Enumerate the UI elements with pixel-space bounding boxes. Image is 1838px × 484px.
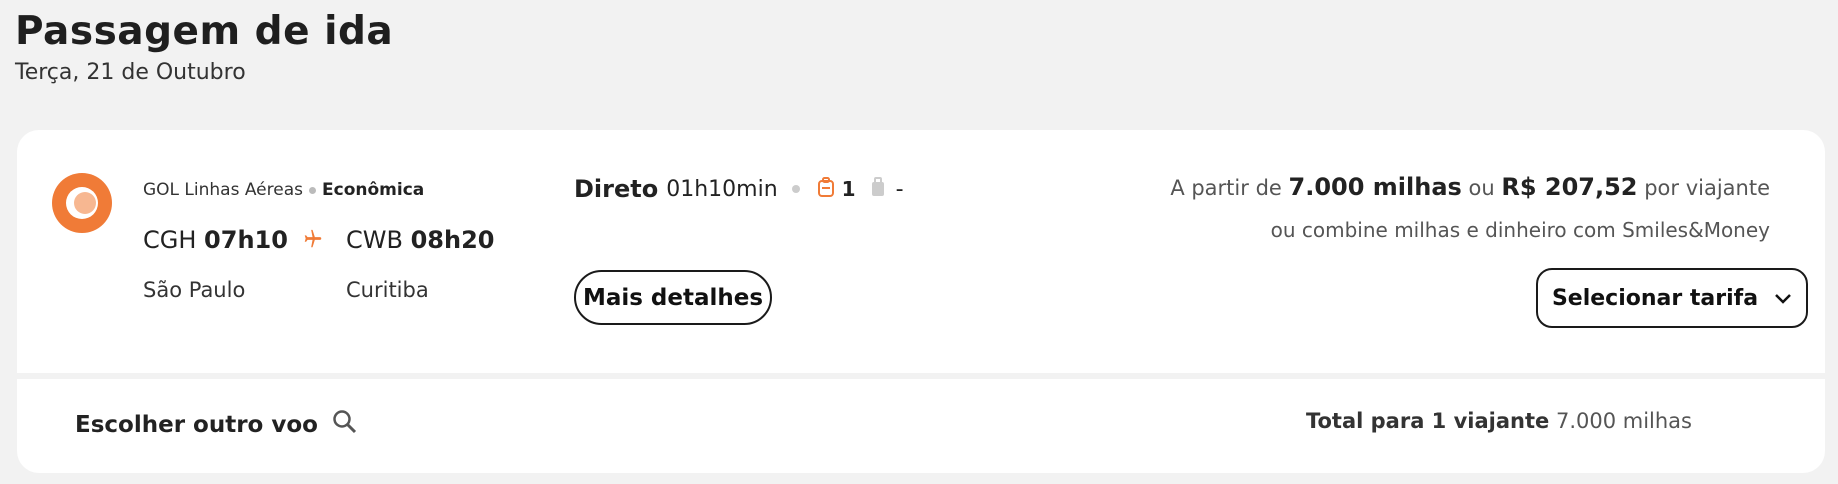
origin: CGH 07h10 [143,226,288,254]
airline-info: GOL Linhas Aéreas Econômica [143,180,424,200]
departure-time: 07h10 [204,226,288,254]
price-summary: A partir de 7.000 milhas ou R$ 207,52 po… [1170,173,1770,201]
flight-footer: Escolher outro voo Total para 1 viajante… [17,379,1825,473]
select-fare-label: Selecionar tarifa [1551,285,1759,311]
plane-icon [302,228,324,256]
dest-city: Curitiba [346,278,429,302]
checked-bag: - [870,175,904,203]
cash-price: R$ 207,52 [1501,173,1638,201]
carry-on-bag: 1 [817,175,856,203]
from-label: A partir de [1170,176,1282,200]
duration: 01h10min [666,176,778,202]
flight-card: GOL Linhas Aéreas Econômica CGH 07h10 CWB… [17,130,1825,373]
destination: CWB 08h20 [346,226,494,254]
total-value: 7.000 milhas [1555,409,1692,433]
page-header: Passagem de ida Terça, 21 de Outubro [15,6,393,85]
arrival-time: 08h20 [410,226,495,254]
chevron-down-icon [1774,286,1792,311]
miles-price: 7.000 milhas [1288,173,1462,201]
total-label: Total para 1 viajante [1305,409,1550,433]
cabin-class: Econômica [322,180,425,200]
checked-bag-value: - [895,176,904,202]
flight-info: Direto 01h10min 1 - [574,175,918,203]
select-fare-button[interactable]: Selecionar tarifa [1536,268,1808,328]
stops-label: Direto [574,175,659,203]
bag-count: 1 [841,177,856,201]
more-details-button[interactable]: Mais detalhes [574,270,772,325]
choose-other-flight-label: Escolher outro voo [75,412,318,438]
search-icon [332,409,358,441]
origin-code: CGH [143,226,197,254]
origin-city: São Paulo [143,278,246,302]
smiles-money-text: ou combine milhas e dinheiro com Smiles&… [1270,218,1770,242]
gol-logo-icon [52,173,112,233]
luggage-icon [870,175,886,203]
airline-name: GOL Linhas Aéreas [143,180,303,200]
or-label: ou [1468,176,1495,200]
page-title: Passagem de ida [15,9,394,54]
separator-dot [791,185,800,193]
separator-dot [309,186,316,194]
per-traveler-label: por viajante [1644,176,1770,200]
choose-other-flight[interactable]: Escolher outro voo [75,409,358,441]
dest-code: CWB [346,226,403,254]
flight-date: Terça, 21 de Outubro [15,60,246,85]
total-summary: Total para 1 viajante 7.000 milhas [1306,409,1692,433]
backpack-icon [817,175,834,203]
